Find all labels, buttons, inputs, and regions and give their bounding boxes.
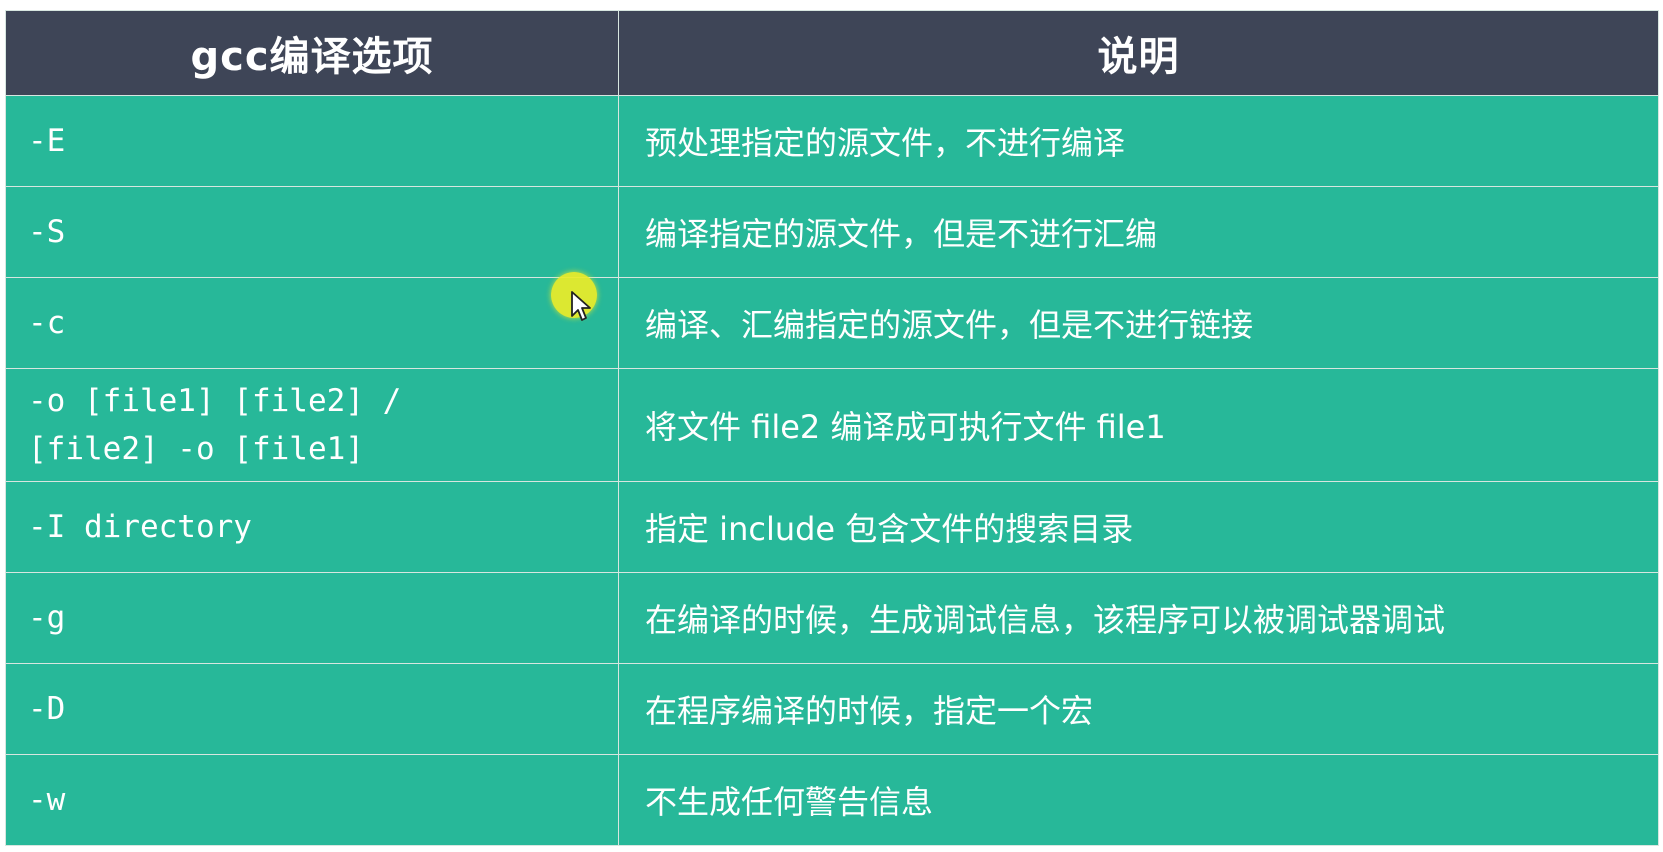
- table-header-row: gcc编译选项 说明: [5, 10, 1659, 96]
- option-cell: -o [file1] [file2] / [file2] -o [file1]: [5, 368, 619, 482]
- header-option: gcc编译选项: [5, 10, 619, 96]
- slide-frame: gcc编译选项 说明 -E 预处理指定的源文件，不进行编译 -S 编译指定的源文…: [0, 0, 1663, 852]
- description-cell: 编译指定的源文件，但是不进行汇编: [618, 186, 1659, 278]
- table-row: -w 不生成任何警告信息: [5, 754, 1659, 846]
- option-cell: -D: [5, 663, 619, 755]
- table-row: -D 在程序编译的时候，指定一个宏: [5, 663, 1659, 755]
- table-row: -S 编译指定的源文件，但是不进行汇编: [5, 186, 1659, 278]
- table-row: -g 在编译的时候，生成调试信息，该程序可以被调试器调试: [5, 572, 1659, 664]
- table-row: -c 编译、汇编指定的源文件，但是不进行链接: [5, 277, 1659, 369]
- table-row: -o [file1] [file2] / [file2] -o [file1] …: [5, 368, 1659, 482]
- option-cell: -w: [5, 754, 619, 846]
- table-row: -I directory 指定 include 包含文件的搜索目录: [5, 481, 1659, 573]
- mouse-pointer-icon: [571, 291, 591, 321]
- description-cell: 编译、汇编指定的源文件，但是不进行链接: [618, 277, 1659, 369]
- description-cell: 指定 include 包含文件的搜索目录: [618, 481, 1659, 573]
- description-cell: 将文件 file2 编译成可执行文件 file1: [618, 368, 1659, 482]
- option-cell: -c: [5, 277, 619, 369]
- option-cell: -S: [5, 186, 619, 278]
- option-cell: -g: [5, 572, 619, 664]
- gcc-options-table: gcc编译选项 说明 -E 预处理指定的源文件，不进行编译 -S 编译指定的源文…: [5, 10, 1659, 846]
- header-description: 说明: [618, 10, 1659, 96]
- table-row: -E 预处理指定的源文件，不进行编译: [5, 95, 1659, 187]
- description-cell: 不生成任何警告信息: [618, 754, 1659, 846]
- description-cell: 在程序编译的时候，指定一个宏: [618, 663, 1659, 755]
- description-cell: 在编译的时候，生成调试信息，该程序可以被调试器调试: [618, 572, 1659, 664]
- option-cell: -E: [5, 95, 619, 187]
- description-cell: 预处理指定的源文件，不进行编译: [618, 95, 1659, 187]
- option-cell: -I directory: [5, 481, 619, 573]
